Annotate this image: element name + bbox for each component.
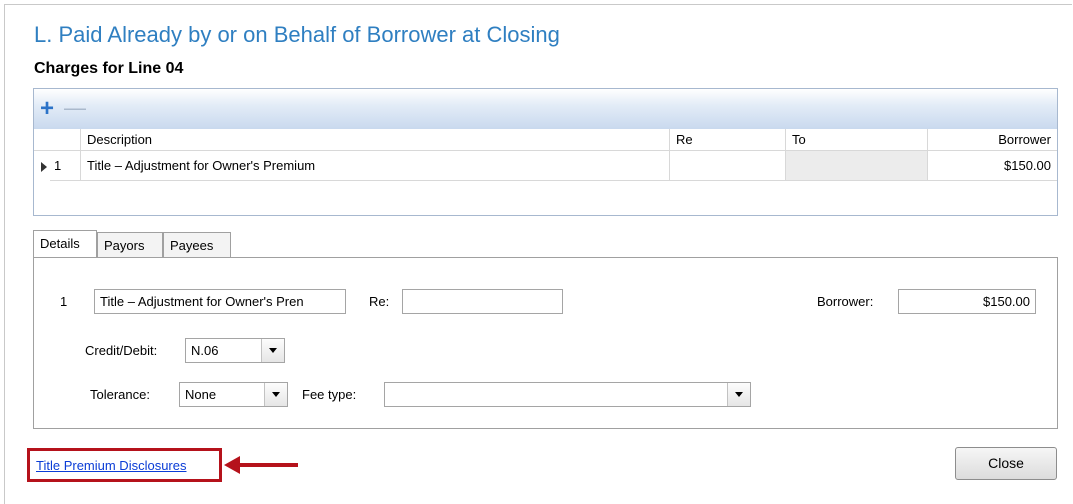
borrower-field[interactable]: $150.00 — [898, 289, 1036, 314]
row-description[interactable]: Title – Adjustment for Owner's Premium — [81, 151, 670, 181]
fee-type-label: Fee type: — [302, 387, 357, 402]
row-selector-icon — [41, 162, 47, 172]
grid-header-spacer — [34, 129, 81, 151]
fee-type-select[interactable] — [384, 382, 751, 407]
tab-payees[interactable]: Payees — [163, 232, 231, 257]
plus-icon[interactable]: + — [40, 97, 54, 121]
title-premium-disclosures-link[interactable]: Title Premium Disclosures — [36, 458, 187, 473]
charges-grid: + — Description Re To Borrower 1 Title –… — [33, 88, 1058, 216]
grid-col-to[interactable]: To — [786, 129, 928, 151]
row-to[interactable] — [786, 151, 928, 181]
tab-payors[interactable]: Payors — [97, 232, 163, 257]
tab-details[interactable]: Details — [33, 230, 97, 257]
grid-toolbar: + — — [34, 89, 1057, 130]
minus-icon[interactable]: — — [64, 97, 86, 119]
row-index: 1 — [50, 151, 81, 181]
page-title: L. Paid Already by or on Behalf of Borro… — [34, 22, 560, 47]
tolerance-select[interactable]: None — [179, 382, 288, 407]
credit-debit-value: N.06 — [191, 343, 219, 358]
section-subtitle: Charges for Line 04 — [34, 60, 184, 77]
row-re[interactable] — [670, 151, 786, 181]
chevron-down-icon[interactable] — [261, 339, 284, 362]
line-number: 1 — [60, 294, 68, 309]
chevron-down-icon[interactable] — [264, 383, 287, 406]
description-field[interactable]: Title – Adjustment for Owner's Pren — [94, 289, 346, 314]
chevron-down-icon[interactable] — [727, 383, 750, 406]
credit-debit-label: Credit/Debit: — [85, 343, 158, 358]
re-field[interactable] — [402, 289, 563, 314]
credit-debit-select[interactable]: N.06 — [185, 338, 285, 363]
grid-col-re[interactable]: Re — [670, 129, 786, 151]
re-label: Re: — [369, 294, 390, 309]
row-borrower[interactable]: $150.00 — [928, 151, 1057, 181]
borrower-label: Borrower: — [817, 294, 874, 309]
grid-col-borrower[interactable]: Borrower — [928, 129, 1057, 151]
tolerance-value: None — [185, 387, 217, 402]
close-button[interactable]: Close — [955, 447, 1057, 480]
tolerance-label: Tolerance: — [90, 387, 150, 402]
details-panel: 1 Title – Adjustment for Owner's Pren Re… — [33, 257, 1058, 429]
arrow-shaft — [238, 463, 298, 467]
grid-col-description[interactable]: Description — [81, 129, 670, 151]
